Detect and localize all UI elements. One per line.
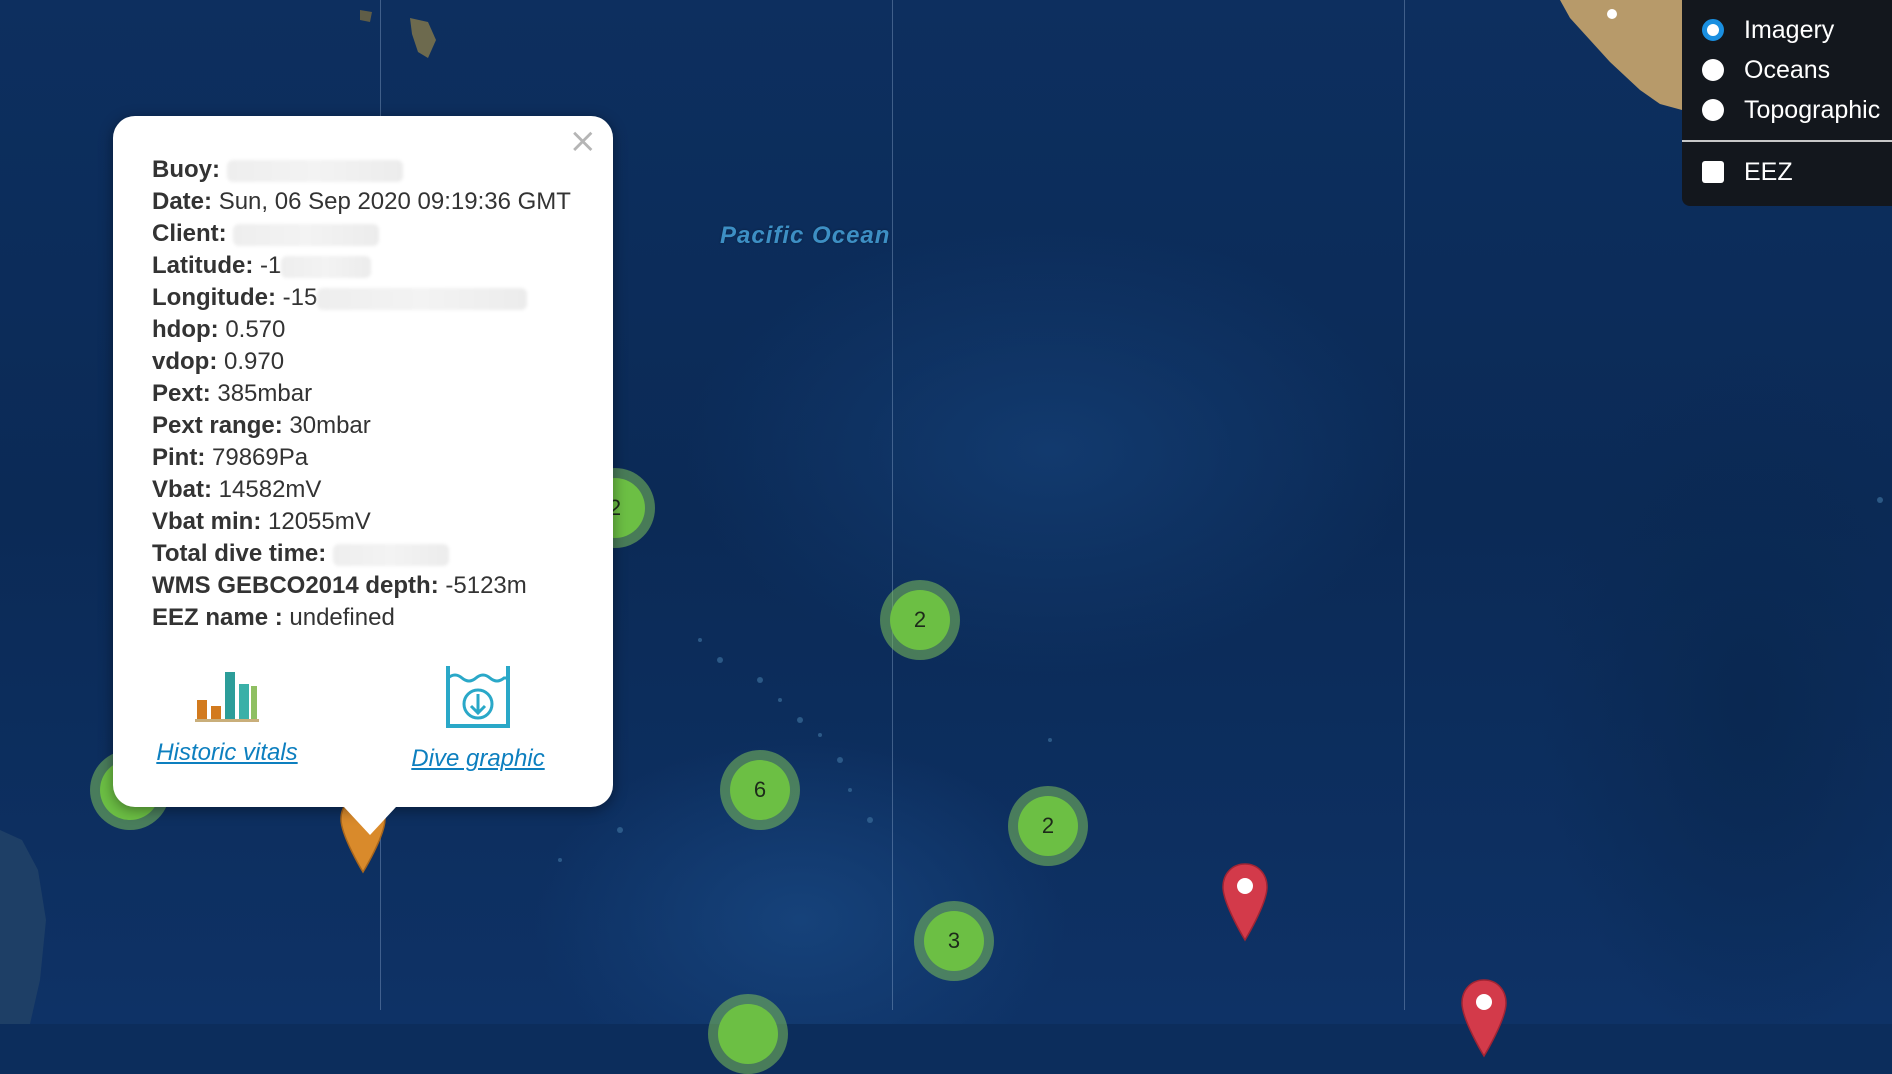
field-label: hdop: — [152, 316, 219, 343]
field-label: Vbat min: — [152, 508, 262, 535]
field-value: -15 — [282, 284, 318, 311]
field-pint: Pint: 79869Pa — [152, 442, 592, 474]
cluster-count: 2 — [1018, 796, 1078, 856]
field-label: Date: — [152, 188, 213, 215]
layer-label: Imagery — [1744, 15, 1835, 44]
layers-divider — [1682, 140, 1892, 142]
marker-cluster[interactable] — [708, 994, 788, 1074]
field-label: Vbat: — [152, 476, 212, 503]
cluster-count: 2 — [890, 590, 950, 650]
dive-graphic-link[interactable]: Dive graphic — [403, 664, 553, 773]
overlay-label: EEZ — [1744, 157, 1793, 186]
field-total-dive-time: Total dive time: — [152, 538, 592, 570]
field-label: Total dive time: — [152, 540, 327, 567]
field-value: 0.570 — [225, 316, 286, 343]
marker-cluster[interactable]: 6 — [720, 750, 800, 830]
ocean-label: Pacific Ocean — [720, 222, 891, 249]
layers-control: Imagery Oceans Topographic EEZ — [1682, 0, 1892, 206]
layer-option-oceans[interactable]: Oceans — [1702, 52, 1830, 88]
island — [360, 10, 372, 22]
field-label: Pext range: — [152, 412, 283, 439]
field-value: 30mbar — [289, 412, 371, 439]
layer-option-imagery[interactable]: Imagery — [1702, 12, 1834, 48]
field-gebco-depth: WMS GEBCO2014 depth: -5123m — [152, 570, 592, 602]
cluster-count — [718, 1004, 778, 1064]
cluster-count: 6 — [730, 760, 790, 820]
radio-button[interactable] — [1702, 99, 1724, 121]
field-vdop: vdop: 0.970 — [152, 346, 592, 378]
historic-vitals-label[interactable]: Historic vitals — [152, 739, 302, 767]
popup-fields: Buoy: Date: Sun, 06 Sep 2020 09:19:36 GM… — [152, 154, 592, 634]
marker-cluster[interactable]: 2 — [1008, 786, 1088, 866]
field-value: Sun, 06 Sep 2020 09:19:36 GMT — [218, 188, 571, 215]
field-label: EEZ name : — [152, 604, 283, 631]
map-pin-icon — [1461, 979, 1507, 1058]
map-pin-icon — [1222, 863, 1268, 942]
field-value: -1 — [260, 252, 282, 279]
field-label: Longitude: — [152, 284, 276, 311]
field-label: Latitude: — [152, 252, 254, 279]
marker-cluster[interactable]: 2 — [880, 580, 960, 660]
field-vbat-min: Vbat min: 12055mV — [152, 506, 592, 538]
marker-cluster[interactable]: 3 — [914, 901, 994, 981]
field-label: WMS GEBCO2014 depth: — [152, 572, 439, 599]
radio-button[interactable] — [1702, 19, 1724, 41]
field-longitude: Longitude: -15 — [152, 282, 592, 314]
bar-chart-icon — [195, 672, 259, 722]
historic-vitals-link[interactable]: Historic vitals — [152, 664, 302, 767]
field-date: Date: Sun, 06 Sep 2020 09:19:36 GMT — [152, 186, 592, 218]
field-label: Pext: — [152, 380, 211, 407]
redacted-value — [281, 255, 372, 278]
cluster-count: 3 — [924, 911, 984, 971]
redacted-value — [332, 543, 449, 566]
field-value: -5123m — [445, 572, 527, 599]
field-label: Pint: — [152, 444, 206, 471]
redacted-value — [226, 159, 403, 182]
field-label: Buoy: — [152, 156, 220, 183]
checkbox[interactable] — [1702, 161, 1724, 183]
field-value: 79869Pa — [212, 444, 309, 471]
field-buoy: Buoy: — [152, 154, 592, 186]
overlay-option-eez[interactable]: EEZ — [1702, 154, 1793, 190]
field-label: Client: — [152, 220, 227, 247]
buoy-info-popup: × Buoy: Date: Sun, 06 Sep 2020 09:19:36 … — [113, 116, 613, 835]
field-vbat: Vbat: 14582mV — [152, 474, 592, 506]
field-value: undefined — [289, 604, 395, 631]
field-value: 14582mV — [218, 476, 322, 503]
radio-button[interactable] — [1702, 59, 1724, 81]
marker-pin[interactable] — [1221, 862, 1269, 942]
layer-option-topographic[interactable]: Topographic — [1702, 92, 1880, 128]
city-dot — [1607, 9, 1617, 19]
marker-pin[interactable] — [1460, 978, 1508, 1058]
field-latitude: Latitude: -1 — [152, 250, 592, 282]
dive-icon — [446, 666, 510, 728]
field-value: 385mbar — [217, 380, 313, 407]
layer-label: Oceans — [1744, 55, 1831, 84]
popup-tip — [344, 807, 396, 835]
field-pext-range: Pext range: 30mbar — [152, 410, 592, 442]
landmass-northeast — [1560, 0, 1682, 110]
coastline-west — [0, 830, 46, 1024]
field-pext: Pext: 385mbar — [152, 378, 592, 410]
field-value: 0.970 — [224, 348, 285, 375]
island — [410, 18, 436, 58]
field-eez-name: EEZ name : undefined — [152, 602, 592, 634]
close-icon[interactable]: × — [569, 124, 598, 158]
field-client: Client: — [152, 218, 592, 250]
dive-graphic-label[interactable]: Dive graphic — [403, 745, 553, 773]
redacted-value — [317, 287, 528, 310]
layer-label: Topographic — [1744, 95, 1881, 124]
field-value: 12055mV — [268, 508, 371, 535]
field-hdop: hdop: 0.570 — [152, 314, 592, 346]
field-label: vdop: — [152, 348, 218, 375]
redacted-value — [233, 223, 380, 246]
